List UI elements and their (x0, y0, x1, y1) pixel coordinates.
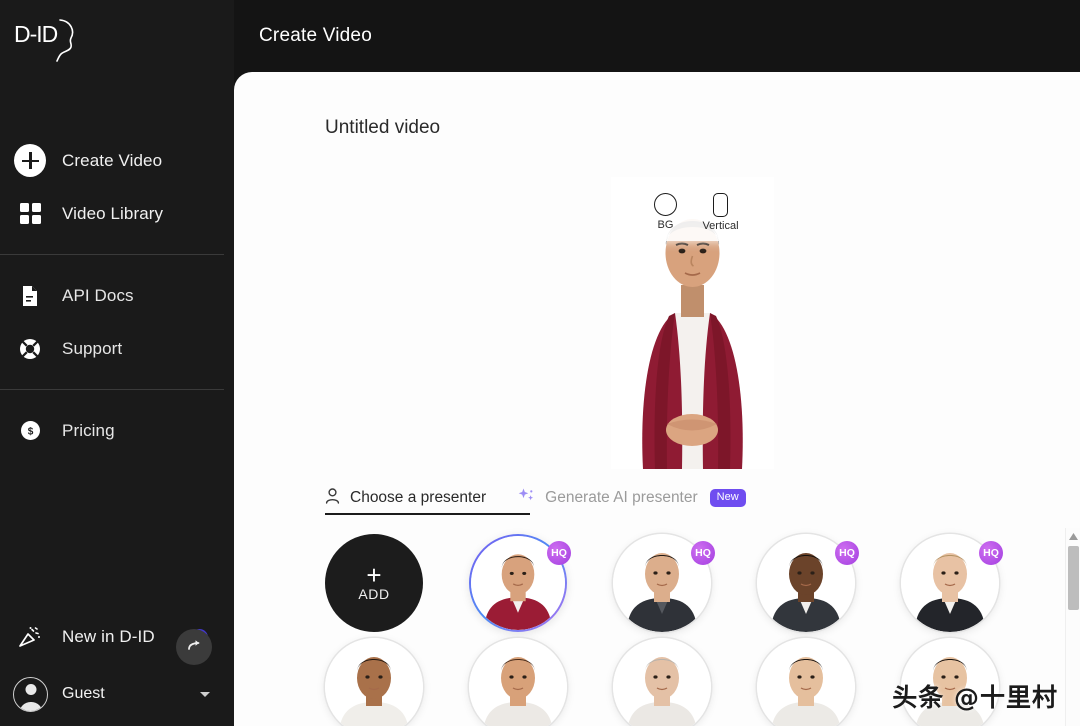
presenter-avatar (757, 638, 855, 726)
tab-label: Generate AI presenter (545, 489, 698, 506)
portrait-rect-icon (713, 192, 728, 217)
user-name: Guest (62, 685, 105, 702)
tab-choose-a-presenter[interactable]: Choose a presenter (325, 487, 487, 521)
avatar-icon (13, 676, 48, 712)
tab-generate-ai-presenter[interactable]: Generate AI presenter New (518, 487, 746, 521)
presenter-ring (757, 638, 855, 726)
hq-badge: HQ (691, 541, 715, 565)
sidebar-primary-group: Create Video Video Library (0, 134, 234, 240)
watermark: 头条 @十里村 (892, 683, 1058, 712)
page-title: Create Video (259, 25, 372, 46)
sidebar-item-video-library[interactable]: Video Library (0, 187, 234, 240)
vertical-option-label: Vertical (702, 219, 739, 232)
sidebar-item-pricing[interactable]: $ Pricing (0, 404, 234, 457)
presenter-avatar (613, 638, 711, 726)
party-popper-icon (14, 621, 46, 653)
document-icon (14, 280, 46, 312)
presenter-thumbnail[interactable]: HQ (757, 534, 859, 632)
presenter-thumbnail[interactable] (325, 638, 423, 726)
hq-badge: HQ (547, 541, 571, 565)
user-profile-row[interactable]: Guest (0, 662, 234, 726)
sidebar-item-label: API Docs (62, 285, 134, 305)
dollar-coin-icon: $ (14, 415, 46, 447)
add-presenter-button[interactable]: + ADD (325, 534, 423, 632)
chevron-down-icon[interactable] (200, 691, 210, 697)
sidebar-item-create-video[interactable]: Create Video (0, 134, 234, 187)
app-root: D-ID Create Video Video Library API Docs… (0, 0, 1080, 726)
circle-icon (654, 193, 677, 216)
sidebar-item-label: Video Library (62, 203, 164, 223)
presenter-thumbnail[interactable]: HQ (613, 534, 715, 632)
add-presenter-label: ADD (358, 585, 390, 602)
sidebar-divider-1 (0, 254, 224, 255)
presenter-ring (469, 638, 567, 726)
grid-icon (14, 198, 46, 230)
plus-icon: + (366, 559, 382, 590)
presenter-thumbnail[interactable] (757, 638, 855, 726)
sidebar-item-label: New in D-ID (62, 627, 155, 646)
presenter-thumbnail[interactable]: HQ (469, 534, 571, 632)
sidebar-secondary-group: API Docs Support (0, 269, 234, 375)
presenter-thumbnail[interactable]: HQ (901, 534, 1003, 632)
lifebuoy-icon (14, 333, 46, 365)
sidebar: D-ID Create Video Video Library API Docs… (0, 0, 234, 726)
presenter-ring (325, 638, 423, 726)
sidebar-divider-2 (0, 389, 224, 390)
main-panel: Untitled video BG Vertical Choose a pres… (234, 72, 1080, 726)
video-preview[interactable]: BG Vertical (611, 177, 774, 469)
sidebar-item-label: Pricing (62, 420, 115, 440)
collapse-arrow-icon (188, 640, 200, 650)
plus-circle-icon (14, 144, 46, 177)
person-icon (325, 487, 340, 509)
presenter-thumbnail[interactable] (613, 638, 711, 726)
presenter-thumbnail[interactable] (469, 638, 567, 726)
bg-option-button[interactable]: BG (638, 183, 693, 241)
sidebar-tertiary-group: $ Pricing (0, 404, 234, 457)
sidebar-item-label: Create Video (62, 150, 163, 170)
scrollbar-thumb[interactable] (1068, 546, 1079, 610)
sidebar-item-support[interactable]: Support (0, 322, 234, 375)
presenter-avatar (325, 638, 423, 726)
did-logo[interactable]: D-ID (0, 0, 234, 72)
presenter-ring (613, 638, 711, 726)
bg-option-label: BG (657, 219, 674, 231)
presenter-scrollbar[interactable] (1065, 528, 1080, 726)
scroll-up-arrow-icon[interactable] (1066, 528, 1080, 544)
hq-badge: HQ (835, 541, 859, 565)
tab-label: Choose a presenter (350, 489, 487, 506)
presenter-tabs: Choose a presenter Generate AI presenter… (325, 487, 746, 521)
video-title[interactable]: Untitled video (325, 117, 440, 139)
sparkles-icon (518, 487, 535, 509)
hq-badge: HQ (979, 541, 1003, 565)
preview-options-toggle: BG Vertical (638, 183, 748, 241)
status-badge: New (709, 489, 746, 507)
svg-text:$: $ (27, 427, 33, 438)
sidebar-item-api-docs[interactable]: API Docs (0, 269, 234, 322)
top-bar: Create Video (234, 0, 1080, 72)
sidebar-item-label: Support (62, 338, 123, 358)
active-tab-underline (325, 513, 530, 515)
vertical-option-button[interactable]: Vertical (693, 183, 748, 241)
sidebar-collapse-button[interactable] (176, 629, 212, 665)
svg-text:D-ID: D-ID (14, 21, 58, 47)
presenter-avatar (469, 638, 567, 726)
